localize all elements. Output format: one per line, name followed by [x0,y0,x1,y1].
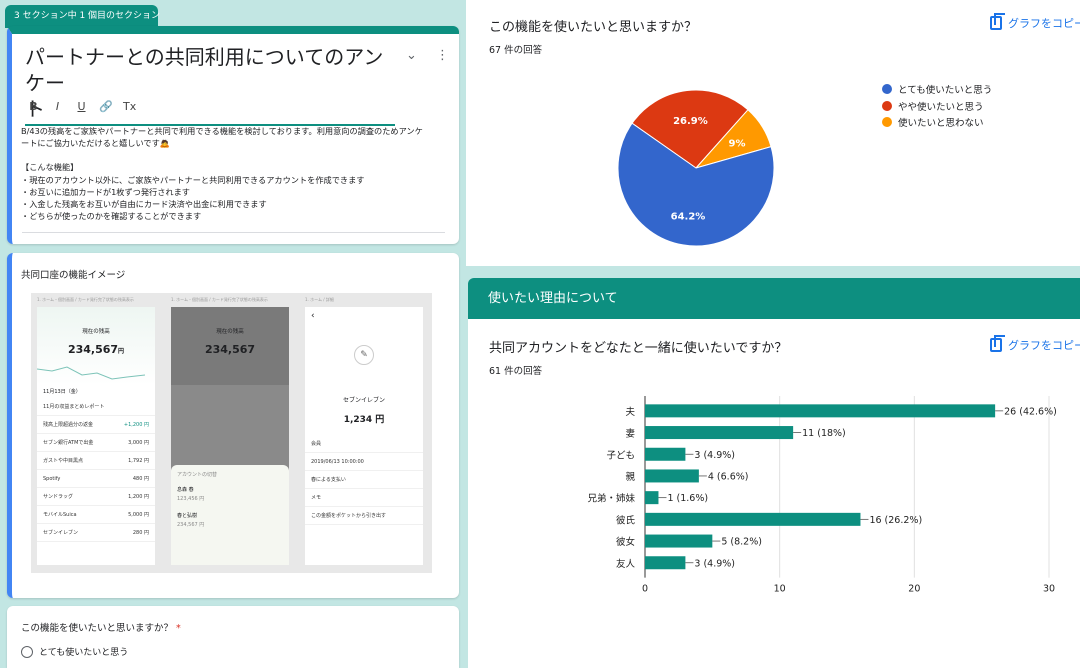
bar-value-label: 3 (4.9%) [694,450,735,461]
category-label: 彼女 [616,536,635,548]
x-tick-label: 30 [1043,584,1055,595]
description-underline [22,232,445,233]
bar-value-label: 11 (18%) [802,428,846,439]
radio-option[interactable]: とても使いたいと思う [21,645,128,658]
question-label: この機能を使いたいと思いますか？ * [21,623,181,634]
x-tick-label: 20 [908,584,920,595]
q2-count: 61 件の回答 [489,366,543,377]
bold-icon[interactable]: B [27,100,40,113]
copy-chart-button[interactable]: グラフをコピー [990,13,1080,31]
copy-chart-button[interactable]: グラフをコピー [990,335,1080,353]
collapse-icon[interactable]: ⌄ [406,48,417,63]
clear-format-icon[interactable]: Tx [123,100,136,113]
bar [645,447,686,461]
category-label: 彼氏 [616,514,636,526]
back-icon: ‹ [311,311,315,321]
x-tick-label: 0 [642,584,648,595]
underline-icon[interactable]: U [75,100,88,113]
bar-value-label: 16 (26.2%) [869,515,922,526]
section-tag: 3 セクション中 1 個目のセクション [5,5,160,28]
category-label: 兄弟・姉妹 [587,493,635,505]
bar [645,556,686,570]
pie-slice-label: 64.2% [671,212,706,223]
category-label: 子ども [606,450,635,461]
legend-label: とても使いたいと思う [898,85,993,97]
image-card[interactable]: 共同口座の機能イメージ 1. ホーム・個別画面 / カード発行完了状態の残高表示… [7,253,459,598]
pie-response-card: この機能を使いたいと思いますか？ 67 件の回答 グラフをコピー 26.9% 9%… [466,0,1080,266]
bar-value-label: 1 (1.6%) [667,493,708,504]
bar-response-card: 共同アカウントをどなたと一緒に使いたいですか？ 61 件の回答 グラフをコピー … [468,319,1080,668]
bar [645,534,713,548]
form-description[interactable]: B/43の残高をご家族やパートナーと共同で利用できる機能を検討しております。利用… [21,125,451,222]
form-editor: 3 セクション中 1 個目のセクション パートナーとの共同利用についてのアンケー… [0,0,466,668]
section-band: 使いたい理由について [468,278,1080,319]
question-card[interactable]: この機能を使いたいと思いますか？ * とても使いたいと思う [7,606,459,668]
q1-count: 67 件の回答 [489,45,543,56]
pie-slice-label: 9% [728,138,745,149]
bar [645,491,659,505]
balance-sparkline [37,366,146,380]
edit-icon: ✎ [354,345,374,365]
image-title: 共同口座の機能イメージ [21,270,126,281]
category-label: 妻 [625,428,635,440]
more-vert-icon[interactable]: ⋮ [436,48,449,63]
bar [645,512,861,526]
bar [645,426,794,440]
bar [645,404,996,418]
q1-title: この機能を使いたいと思いますか？ [489,20,698,35]
radio-button[interactable] [21,645,33,658]
pie-slice-label: 26.9% [673,116,708,127]
mockup-screen-detail: ‹ ✎ セブンイレブン 1,234 円 会員 2019/06/13 10:00:… [305,307,423,565]
pie-chart: 26.9% 9% 64.2% [617,89,775,247]
italic-icon[interactable]: I [51,100,64,113]
legend-item: 使いたいと思わない [882,114,992,131]
form-title[interactable]: パートナーとの共同利用についてのアンケー ト [25,44,395,126]
mockup-crumb: 1. ホーム / 詳細 [305,297,334,302]
legend-item: とても使いたいと思う [882,81,992,98]
copy-icon [990,335,1005,352]
pie-legend: とても使いたいと思う やや使いたいと思う 使いたいと思わない [882,81,992,131]
feature-mockup-image[interactable]: 1. ホーム・個別画面 / カード発行完了状態の残高表示 1. ホーム・個別画面… [31,293,432,573]
bar-value-label: 26 (42.6%) [1004,406,1057,417]
category-label: 友人 [616,558,636,570]
responses-view: この機能を使いたいと思いますか？ 67 件の回答 グラフをコピー 26.9% 9%… [466,0,1080,668]
x-tick-label: 10 [774,584,786,595]
q2-title: 共同アカウントをどなたと一緒に使いたいですか？ [489,341,788,356]
mockup-screen-balance: 現在の残高 234,567円 11月13日（金） 11月の収益まとめレポート 残… [37,307,155,565]
category-label: 親 [625,471,635,483]
legend-swatch [882,100,892,111]
bar [645,469,699,483]
format-toolbar: B I U 🔗 Tx [27,100,136,113]
category-label: 夫 [625,406,635,418]
bar-value-label: 5 (8.2%) [721,537,762,548]
legend-item: やや使いたいと思う [882,98,992,115]
bar-value-label: 4 (6.6%) [708,471,749,482]
account-switch-sheet: アカウントの切替 息森 春 123,456 円 春と弘樹 234,567 円 [171,465,289,565]
legend-swatch [882,117,892,128]
form-header-card[interactable]: パートナーとの共同利用についてのアンケー ト ⌄ ⋮ B I U 🔗 Tx B/… [7,26,459,244]
legend-swatch [882,84,892,95]
mockup-screen-account-switch: 現在の残高 234,567 アカウントの切替 息森 春 123,456 円 春と… [171,307,289,565]
legend-label: 使いたいと思わない [898,118,984,130]
mockup-crumb: 1. ホーム・個別画面 / カード発行完了状態の残高表示 [37,297,134,302]
bar-chart: 0 10 20 30 夫 26 (42.6%) 妻 11 (18%) 子ども 3 (4.9%) 親 4… [587,396,1057,595]
bar-value-label: 3 (4.9%) [694,558,735,569]
copy-icon [990,13,1005,30]
link-icon[interactable]: 🔗 [99,100,113,113]
legend-label: やや使いたいと思う [898,101,984,113]
mockup-crumb: 1. ホーム・個別画面 / カード発行完了状態の残高表示 [171,297,268,302]
